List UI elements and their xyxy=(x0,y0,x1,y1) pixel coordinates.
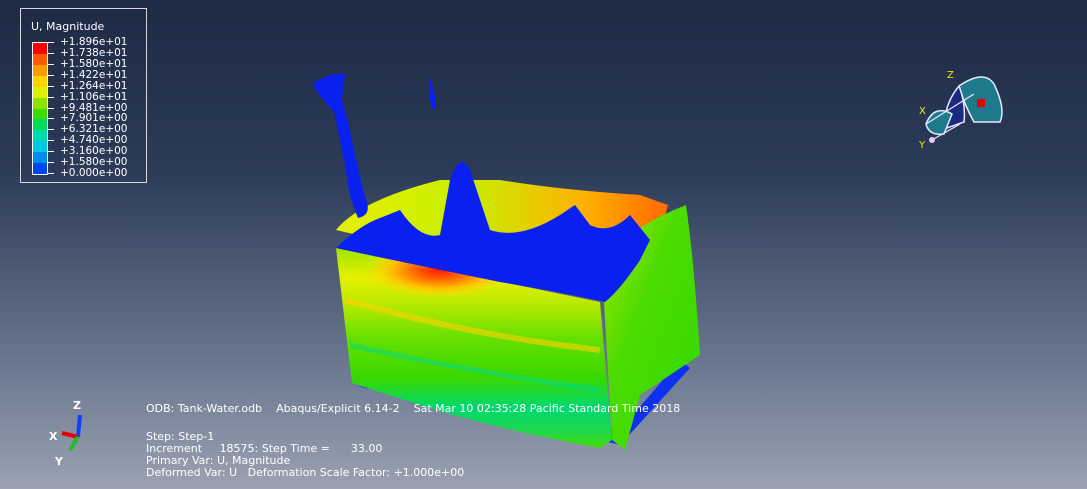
triad-x-label: X xyxy=(49,430,58,443)
viewport[interactable]: U, Magnitude +1.896e+01 +1.738e+01 +1.580e… xyxy=(0,0,1087,489)
view-cube-z-label: Z xyxy=(947,70,954,81)
triad-y-label: Y xyxy=(54,455,64,468)
view-orientation-widget[interactable]: Z X Y xyxy=(914,64,1009,154)
deformed-var-info-line: Deformed Var: U Deformation Scale Factor… xyxy=(146,466,465,479)
triad-z-label: Z xyxy=(73,399,81,412)
odb-info-line: ODB: Tank-Water.odb Abaqus/Explicit 6.14… xyxy=(146,402,681,415)
coordinate-triad: Z X Y xyxy=(49,399,82,468)
water-splash xyxy=(312,73,368,218)
view-cube-y-label: Y xyxy=(918,140,926,151)
view-cube-x-label: X xyxy=(919,106,926,117)
view-cube-marker xyxy=(977,99,985,107)
